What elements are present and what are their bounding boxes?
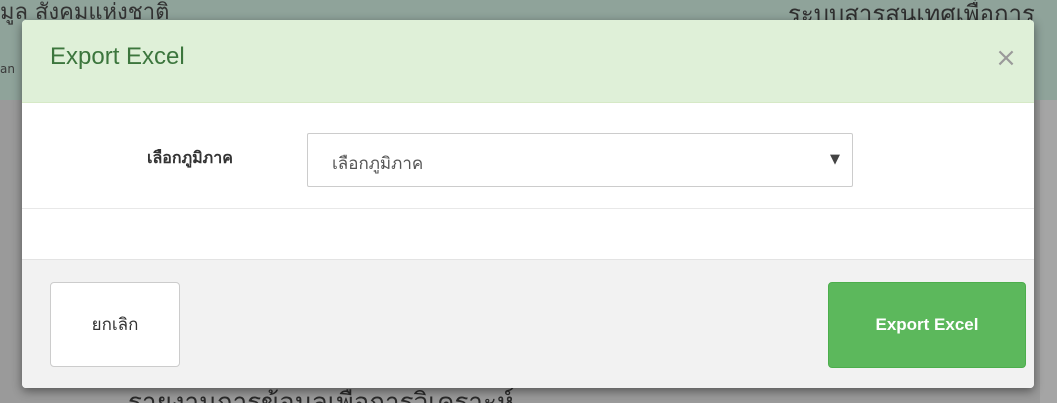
background-site-subtitle: an (0, 62, 15, 76)
modal-footer: ยกเลิก Export Excel (22, 259, 1034, 388)
background-side-panel (1040, 100, 1057, 403)
region-select[interactable]: เลือกภูมิภาค ▼ (307, 133, 853, 187)
modal-body: เลือกภูมิภาค เลือกภูมิภาค ▼ (22, 103, 1034, 209)
chevron-down-icon: ▼ (830, 152, 840, 167)
modal-header: Export Excel × (22, 20, 1034, 103)
export-excel-button[interactable]: Export Excel (828, 282, 1026, 368)
cancel-button[interactable]: ยกเลิก (50, 282, 180, 367)
modal-title: Export Excel (50, 43, 185, 70)
close-button[interactable]: × (994, 43, 1018, 73)
region-select-value: เลือกภูมิภาค (332, 154, 424, 174)
close-icon: × (995, 43, 1017, 73)
export-excel-modal: Export Excel × เลือกภูมิภาค เลือกภูมิภาค… (22, 20, 1034, 388)
region-label: เลือกภูมิภาค (147, 148, 233, 167)
